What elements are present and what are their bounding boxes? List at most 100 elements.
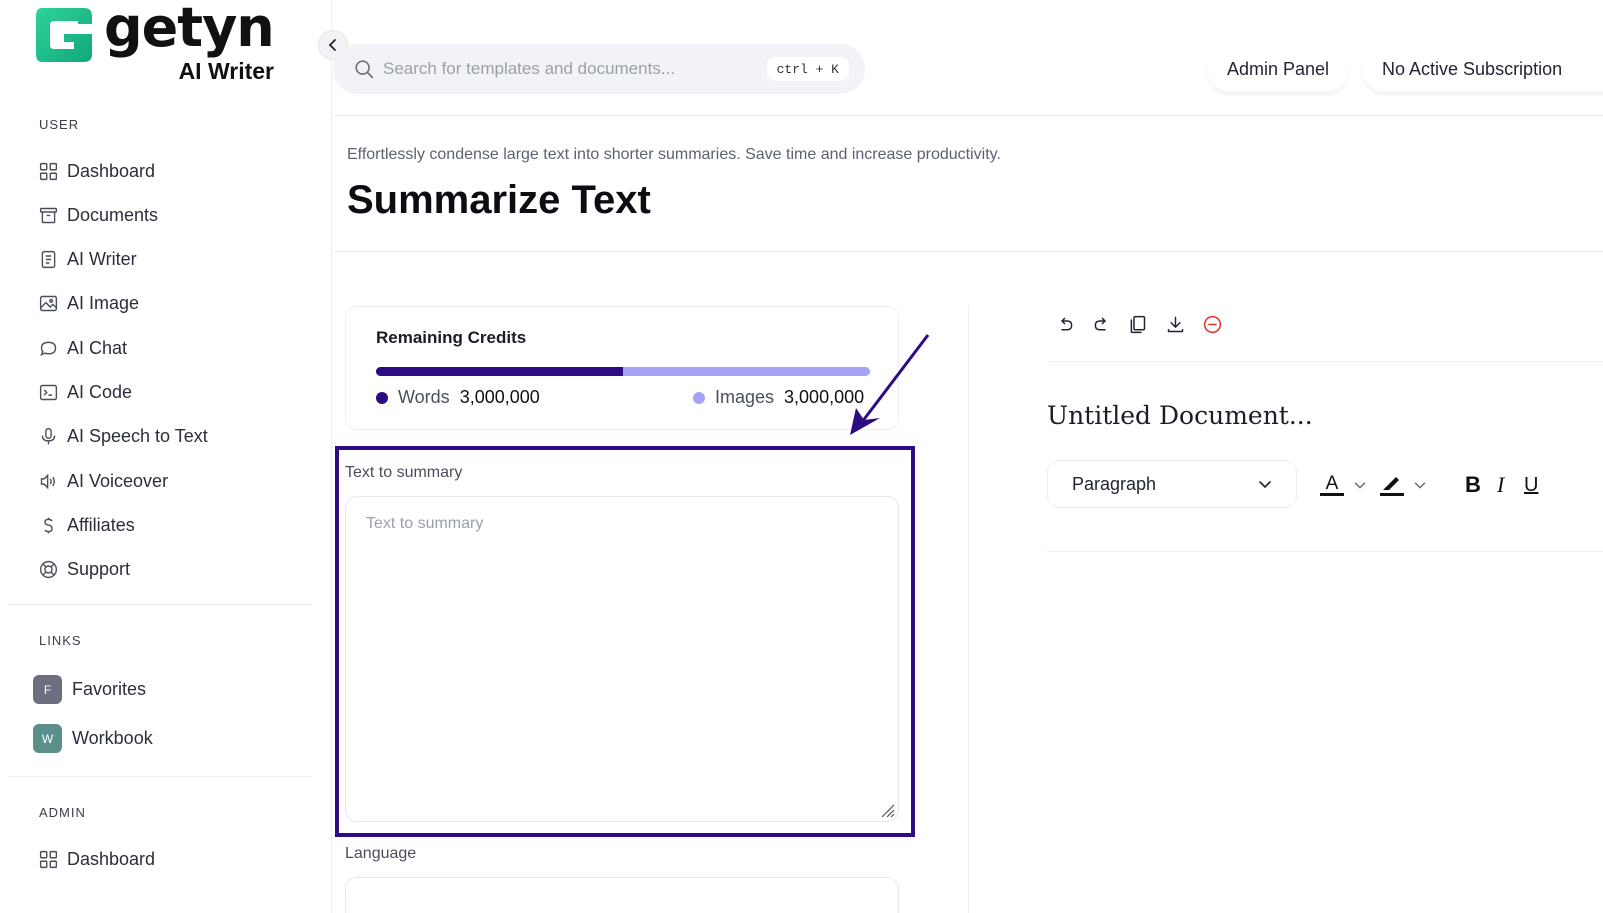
credits-words-legend: Words 3,000,000: [376, 387, 540, 408]
chevron-down-icon: [1414, 482, 1426, 489]
sidebar-item-label: AI Writer: [67, 248, 137, 269]
grid-icon: [37, 848, 59, 870]
sidebar-item-label: Support: [67, 558, 131, 579]
sidebar-item-label: AI Speech to Text: [67, 425, 208, 446]
sidebar-item-documents[interactable]: Documents: [37, 200, 158, 230]
redo-button[interactable]: [1089, 312, 1113, 336]
sidebar-item-ai-code[interactable]: AI Code: [37, 377, 132, 407]
search-input[interactable]: [383, 59, 763, 79]
dollar-icon: [37, 514, 59, 536]
credits-progress-bar: [376, 367, 870, 376]
header-divider: [333, 115, 1603, 116]
archive-icon: [37, 204, 59, 226]
text-to-summary-label: Text to summary: [345, 464, 463, 481]
download-icon: [1167, 316, 1183, 332]
images-label: Images: [715, 387, 775, 407]
brand-logo[interactable]: getyn AI Writer: [34, 0, 275, 84]
editor-toolbar-divider: [1047, 361, 1603, 362]
sidebar-item-ai-voiceover[interactable]: AI Voiceover: [37, 466, 168, 496]
sidebar-item-ai-chat[interactable]: AI Chat: [37, 333, 127, 363]
brand-sub: AI Writer: [178, 58, 274, 84]
speaker-icon: [37, 470, 59, 492]
underline-button[interactable]: U: [1524, 470, 1538, 500]
sidebar-item-affiliates[interactable]: Affiliates: [37, 510, 135, 540]
sidebar-item-dashboard[interactable]: Dashboard: [37, 156, 155, 186]
block-type-value: Paragraph: [1072, 473, 1157, 494]
section-title-links: LINKS: [39, 633, 82, 648]
sidebar-item-ai-speech-to-text[interactable]: AI Speech to Text: [37, 421, 208, 451]
section-title-admin: ADMIN: [39, 805, 86, 820]
sidebar-item-label: AI Chat: [67, 337, 128, 358]
block-type-select[interactable]: Paragraph: [1047, 460, 1297, 508]
search-shortcut-badge: ctrl + K: [766, 57, 849, 81]
grid-icon: [37, 160, 59, 182]
sidebar-link-label: Workbook: [72, 728, 153, 748]
remaining-credits-card: Remaining Credits Words 3,000,000 Images…: [345, 306, 899, 430]
italic-button[interactable]: I: [1497, 470, 1504, 500]
logo-text: getyn AI Writer: [104, 0, 275, 84]
copy-button[interactable]: [1125, 312, 1149, 336]
download-button[interactable]: [1163, 312, 1187, 336]
credits-images-legend: Images 3,000,000: [693, 387, 864, 408]
delete-icon: [1203, 315, 1221, 333]
bold-button[interactable]: B: [1465, 470, 1481, 500]
sidebar-item-label: AI Voiceover: [67, 470, 169, 491]
page-title: Summarize Text: [347, 178, 651, 222]
images-dot: [693, 391, 705, 404]
sidebar-item-label: Dashboard: [67, 160, 156, 181]
text-color-icon: A: [1320, 474, 1344, 496]
microphone-icon: [37, 425, 59, 447]
chat-bubble-icon: [37, 337, 59, 359]
search-bar[interactable]: ctrl + K: [333, 44, 865, 94]
favorites-badge: F: [33, 675, 62, 704]
text-color-button[interactable]: A: [1320, 470, 1368, 500]
document-title[interactable]: Untitled Document...: [1047, 401, 1313, 430]
admin-panel-button[interactable]: Admin Panel: [1207, 46, 1350, 92]
sidebar-item-ai-writer[interactable]: AI Writer: [37, 244, 137, 274]
terminal-icon: [37, 381, 59, 403]
language-select[interactable]: [345, 877, 899, 913]
copy-icon: [1130, 315, 1145, 333]
sidebar-item-label: AI Image: [67, 292, 140, 313]
sidebar: getyn AI Writer USER Dashboard Documents…: [0, 0, 332, 913]
editor-format-divider: [1047, 551, 1603, 552]
section-title-user: USER: [39, 117, 80, 132]
search-icon: [355, 60, 374, 79]
chevron-left-icon: [328, 39, 336, 51]
sidebar-link-label: Favorites: [72, 679, 147, 699]
subscription-button[interactable]: No Active Subscription: [1362, 46, 1603, 92]
annotation-arrow-icon: [850, 334, 930, 435]
sidebar-item-support[interactable]: Support: [37, 554, 130, 584]
sidebar-item-label: Dashboard: [67, 848, 156, 869]
text-to-summary-textarea[interactable]: [345, 496, 899, 822]
highlight-color-button[interactable]: [1380, 470, 1428, 500]
workbook-badge: W: [33, 724, 62, 753]
credits-title: Remaining Credits: [376, 328, 527, 347]
sidebar-item-label: Affiliates: [67, 514, 135, 535]
undo-icon: [1060, 317, 1072, 330]
chevron-down-icon: [1354, 482, 1366, 489]
title-divider: [333, 251, 1603, 252]
language-label: Language: [345, 845, 417, 862]
sidebar-item-admin-dashboard[interactable]: Dashboard: [37, 844, 155, 874]
sidebar-item-label: Documents: [67, 204, 159, 225]
column-divider: [968, 306, 969, 913]
resize-grip-icon[interactable]: [879, 802, 895, 818]
undo-button[interactable]: [1053, 312, 1077, 336]
sidebar-item-ai-image[interactable]: AI Image: [37, 288, 139, 318]
brand-name: getyn: [104, 0, 275, 59]
sidebar-divider: [8, 604, 312, 605]
logo-mark-icon: [36, 8, 92, 62]
redo-icon: [1094, 317, 1106, 330]
words-label: Words: [398, 387, 450, 407]
delete-button[interactable]: [1200, 312, 1224, 336]
highlighter-icon: [1380, 474, 1404, 496]
lifebuoy-icon: [37, 558, 59, 580]
words-value: 3,000,000: [459, 387, 540, 407]
sidebar-link-workbook[interactable]: W Workbook: [33, 724, 153, 753]
credits-words-fill: [376, 367, 623, 376]
sidebar-link-favorites[interactable]: F Favorites: [33, 675, 146, 704]
file-text-icon: [37, 248, 59, 270]
words-dot: [376, 391, 388, 404]
chevron-down-icon: [1259, 481, 1271, 489]
